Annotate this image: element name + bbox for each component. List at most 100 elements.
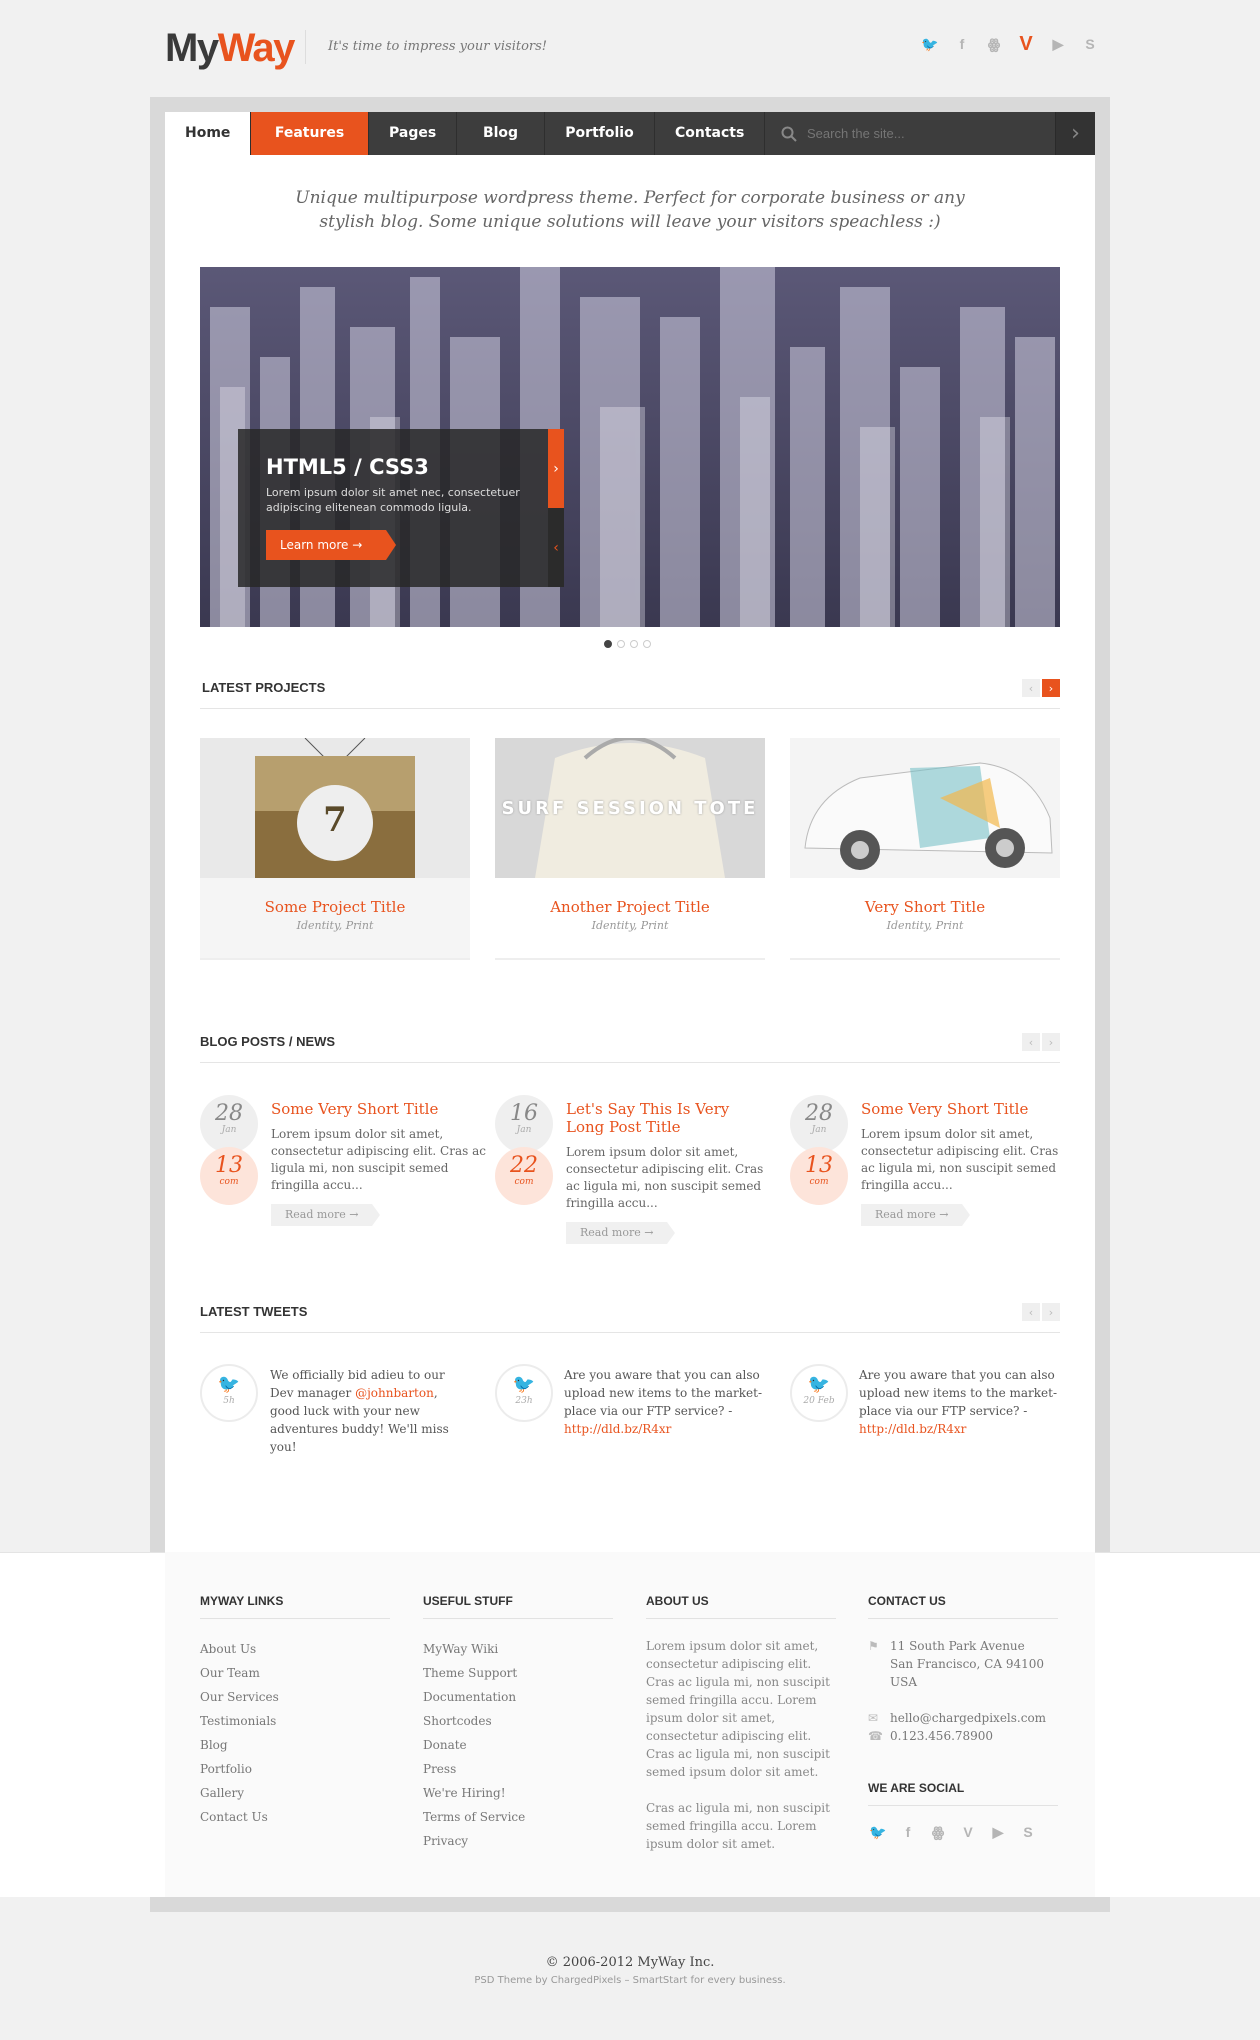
footer-link[interactable]: About Us [200, 1637, 390, 1661]
twitter-icon[interactable]: 🐦 [920, 34, 940, 54]
post-title[interactable]: Some Very Short Title [861, 1100, 1061, 1118]
post-comments-badge[interactable]: 13 com [200, 1147, 258, 1205]
slider-dot[interactable] [604, 640, 612, 648]
youtube-icon[interactable]: ▶ [1048, 34, 1068, 54]
footer-link[interactable]: Shortcodes [423, 1709, 613, 1733]
slide-prev-button[interactable]: ‹ [548, 508, 564, 587]
project-card[interactable]: Very Short Title Identity, Print [790, 738, 1060, 960]
tweet-time: 20 Feb [803, 1396, 835, 1406]
project-thumbnail [790, 738, 1060, 878]
search-submit-button[interactable]: › [1055, 112, 1095, 155]
prev-arrow[interactable]: ‹ [1022, 1303, 1040, 1321]
search-input[interactable] [807, 126, 1047, 141]
tweet-time: 5h [223, 1396, 235, 1406]
project-title[interactable]: Very Short Title [790, 898, 1060, 916]
project-card[interactable]: 7 Some Project Title Identity, Print [200, 738, 470, 960]
youtube-icon[interactable]: ▶ [988, 1822, 1008, 1842]
nav-pages[interactable]: Pages [369, 112, 457, 155]
facebook-icon[interactable]: f [898, 1822, 918, 1842]
tweet-link[interactable]: @johnbarton [355, 1386, 434, 1400]
post-title[interactable]: Let's Say This Is Very Long Post Title [566, 1100, 766, 1136]
project-card[interactable]: SURF SESSION TOTE Another Project Title … [495, 738, 765, 960]
project-title[interactable]: Another Project Title [495, 898, 765, 916]
slider-dot[interactable] [617, 640, 625, 648]
slide-caption: HTML5 / CSS3 Lorem ipsum dolor sit amet … [238, 429, 548, 587]
main-nav: Home Features Pages Blog Portfolio Conta… [165, 112, 1095, 155]
header-social: 🐦 f ꙮ V ▶ S [920, 33, 1100, 55]
vimeo-icon[interactable]: V [1016, 33, 1036, 55]
comment-label: com [809, 1177, 829, 1187]
divider [200, 708, 1060, 709]
next-arrow[interactable]: › [1042, 1033, 1060, 1051]
post-excerpt: Lorem ipsum dolor sit amet, consectetur … [566, 1145, 764, 1210]
tweet-link[interactable]: http://dld.bz/R4xr [564, 1422, 671, 1436]
post-badges: 28 Jan 13 com [200, 1095, 258, 1205]
footer-social-title: WE ARE SOCIAL [868, 1781, 965, 1795]
nav-features[interactable]: Features [251, 112, 369, 155]
post-comments-badge[interactable]: 13 com [790, 1147, 848, 1205]
next-arrow[interactable]: › [1042, 1303, 1060, 1321]
next-arrow[interactable]: › [1042, 679, 1060, 697]
footer-link[interactable]: We're Hiring! [423, 1781, 613, 1805]
skype-icon[interactable]: S [1018, 1822, 1038, 1842]
read-more-button[interactable]: Read more → [861, 1204, 971, 1226]
twitter-icon: 🐦 [512, 1374, 536, 1395]
comment-count: 22 [510, 1153, 538, 1178]
credits: PSD Theme by ChargedPixels – SmartStart … [474, 1975, 786, 1986]
slide-text: Lorem ipsum dolor sit amet nec, consecte… [266, 486, 520, 514]
read-more-button[interactable]: Read more → [566, 1222, 676, 1244]
logo[interactable]: MyWay [165, 26, 295, 71]
prev-arrow[interactable]: ‹ [1022, 1033, 1040, 1051]
slide-next-button[interactable]: › [548, 429, 564, 508]
footer-link[interactable]: Theme Support [423, 1661, 613, 1685]
post-month: Jan [811, 1125, 827, 1135]
tweet-time: 23h [515, 1396, 533, 1406]
footer-link[interactable]: Terms of Service [423, 1805, 613, 1829]
footer-link[interactable]: Press [423, 1757, 613, 1781]
read-more-button[interactable]: Read more → [271, 1204, 381, 1226]
footer-link[interactable]: Donate [423, 1733, 613, 1757]
footer-links-list: About Us Our Team Our Services Testimoni… [200, 1637, 390, 1829]
footer-link[interactable]: Privacy [423, 1829, 613, 1853]
address-line: USA [890, 1675, 917, 1689]
twitter-icon[interactable]: 🐦 [868, 1822, 888, 1842]
footer-about-title: ABOUT US [646, 1594, 709, 1608]
footer-contact-column: CONTACT US ⚑ 11 South Park Avenue San Fra… [868, 1594, 1058, 1842]
footer-link[interactable]: Documentation [423, 1685, 613, 1709]
project-title[interactable]: Some Project Title [200, 898, 470, 916]
tweet-link[interactable]: http://dld.bz/R4xr [859, 1422, 966, 1436]
footer-link[interactable]: Testimonials [200, 1709, 390, 1733]
email-link[interactable]: hello@chargedpixels.com [890, 1709, 1046, 1727]
facebook-icon[interactable]: f [952, 34, 972, 54]
footer-link[interactable]: Our Services [200, 1685, 390, 1709]
vimeo-icon[interactable]: V [958, 1822, 978, 1842]
footer-about-text: Lorem ipsum dolor sit amet, consectetur … [646, 1639, 830, 1779]
nav-contacts[interactable]: Contacts [655, 112, 765, 155]
projects-heading: LATEST PROJECTS [202, 680, 326, 695]
footer-link[interactable]: Blog [200, 1733, 390, 1757]
flickr-icon[interactable]: ꙮ [928, 1822, 948, 1842]
footer-link[interactable]: Our Team [200, 1661, 390, 1685]
divider [200, 1618, 390, 1619]
footer-link[interactable]: Portfolio [200, 1757, 390, 1781]
footer-link[interactable]: Gallery [200, 1781, 390, 1805]
contact-address: ⚑ 11 South Park Avenue San Francisco, CA … [868, 1637, 1058, 1691]
intro-text: Unique multipurpose wordpress theme. Per… [295, 188, 965, 232]
prev-arrow[interactable]: ‹ [1022, 679, 1040, 697]
tweets-heading: LATEST TWEETS [200, 1304, 308, 1319]
skype-icon[interactable]: S [1080, 34, 1100, 54]
slider-dot[interactable] [643, 640, 651, 648]
post-title[interactable]: Some Very Short Title [271, 1100, 491, 1118]
footer-social: 🐦 f ꙮ V ▶ S [868, 1822, 1058, 1842]
nav-home[interactable]: Home [165, 112, 251, 155]
comment-count: 13 [215, 1153, 243, 1178]
slider-dot[interactable] [630, 640, 638, 648]
flickr-icon[interactable]: ꙮ [984, 34, 1004, 54]
project-overlay-text: SURF SESSION TOTE [501, 798, 759, 819]
footer-link[interactable]: Contact Us [200, 1805, 390, 1829]
nav-blog[interactable]: Blog [457, 112, 545, 155]
learn-more-button[interactable]: Learn more → [266, 530, 396, 560]
footer-link[interactable]: MyWay Wiki [423, 1637, 613, 1661]
post-comments-badge[interactable]: 22 com [495, 1147, 553, 1205]
nav-portfolio[interactable]: Portfolio [545, 112, 655, 155]
